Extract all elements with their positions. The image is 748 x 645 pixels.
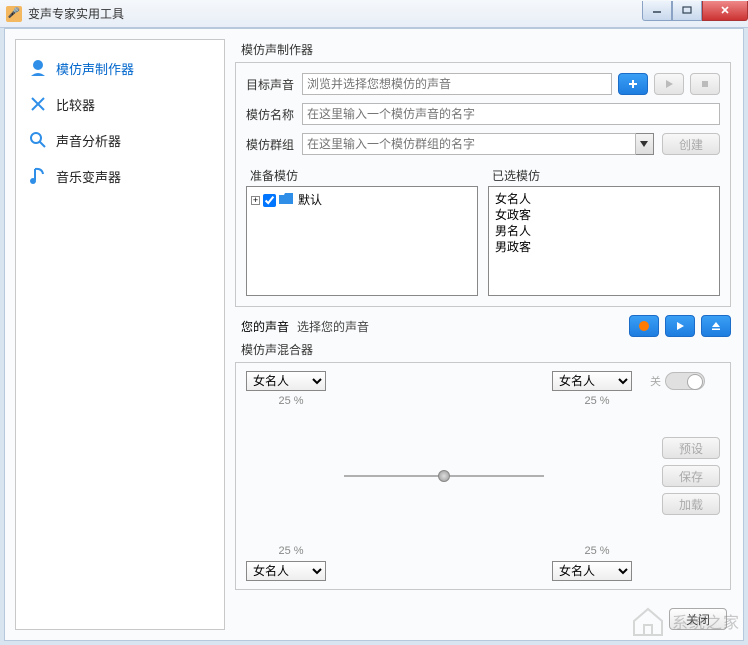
record-button[interactable] <box>629 315 659 337</box>
imitation-group-row: 模仿群组 创建 <box>246 133 720 155</box>
prepare-listbox[interactable]: + 默认 <box>246 186 478 296</box>
section-title: 模仿声制作器 <box>241 41 731 58</box>
your-voice-value: 选择您的声音 <box>297 318 623 335</box>
your-voice-label: 您的声音 <box>241 318 297 335</box>
close-button[interactable] <box>702 1 748 21</box>
folder-icon <box>279 193 293 208</box>
target-voice-input[interactable] <box>302 73 612 95</box>
footer: 关闭 <box>661 608 727 630</box>
list-item[interactable]: 男政客 <box>493 239 715 255</box>
preset-button[interactable]: 预设 <box>662 437 720 459</box>
magnifier-icon <box>28 130 48 150</box>
target-voice-row: 目标声音 <box>246 73 720 95</box>
eject-voice-button[interactable] <box>701 315 731 337</box>
mixer-toggle[interactable] <box>665 372 705 390</box>
save-button[interactable]: 保存 <box>662 465 720 487</box>
window-buttons <box>642 1 748 23</box>
sidebar-item-music-changer[interactable]: 音乐变声器 <box>24 158 216 194</box>
selected-listbox[interactable]: 女名人 女政客 男名人 男政客 <box>488 186 720 296</box>
pct-bl: 25 % <box>246 545 336 557</box>
sidebar: 模仿声制作器 比较器 声音分析器 音乐变声器 <box>15 39 225 630</box>
maker-box: 目标声音 模仿名称 模仿群组 创建 准备模仿 <box>235 62 731 307</box>
music-note-icon <box>28 166 48 186</box>
maximize-button[interactable] <box>672 1 702 21</box>
person-voice-icon <box>28 58 48 78</box>
load-button[interactable]: 加载 <box>662 493 720 515</box>
imitation-name-label: 模仿名称 <box>246 106 302 123</box>
app-icon: 🎤 <box>6 6 22 22</box>
tree-item-default[interactable]: + 默认 <box>251 191 473 209</box>
main-panel: 模仿声制作器 目标声音 模仿名称 模仿群组 创建 <box>229 29 743 640</box>
play-voice-button[interactable] <box>665 315 695 337</box>
pct-br: 25 % <box>552 545 642 557</box>
add-target-button[interactable] <box>618 73 648 95</box>
imitation-name-input[interactable] <box>302 103 720 125</box>
imitation-name-row: 模仿名称 <box>246 103 720 125</box>
imitation-lists: 准备模仿 + 默认 已选模仿 女名人 女政客 <box>246 163 720 296</box>
mixer-select-br[interactable]: 女名人 <box>552 561 632 581</box>
your-voice-row: 您的声音 选择您的声音 <box>241 315 731 337</box>
tree-checkbox[interactable] <box>263 194 276 207</box>
sidebar-item-label: 模仿声制作器 <box>56 59 134 78</box>
sidebar-item-comparator[interactable]: 比较器 <box>24 86 216 122</box>
list-item[interactable]: 男名人 <box>493 223 715 239</box>
mixer-title: 模仿声混合器 <box>241 341 731 358</box>
mixer-xy-pad[interactable] <box>344 475 544 477</box>
list-item[interactable]: 女名人 <box>493 191 715 207</box>
compare-icon <box>28 94 48 114</box>
target-voice-label: 目标声音 <box>246 76 302 93</box>
sidebar-item-label: 声音分析器 <box>56 131 121 150</box>
sidebar-item-label: 音乐变声器 <box>56 167 121 186</box>
close-dialog-button[interactable]: 关闭 <box>669 608 727 630</box>
list-item[interactable]: 女政客 <box>493 207 715 223</box>
play-target-button[interactable] <box>654 73 684 95</box>
imitation-group-input[interactable] <box>302 133 636 155</box>
mixer-select-tl[interactable]: 女名人 <box>246 371 326 391</box>
window-body: 模仿声制作器 比较器 声音分析器 音乐变声器 模仿声制作器 目标声音 <box>4 28 744 641</box>
group-dropdown-button[interactable] <box>636 133 654 155</box>
toggle-label: 关 <box>650 373 661 389</box>
create-button[interactable]: 创建 <box>662 133 720 155</box>
prepare-label: 准备模仿 <box>250 167 478 184</box>
xy-handle[interactable] <box>438 470 450 482</box>
pct-tr: 25 % <box>552 395 642 407</box>
pct-tl: 25 % <box>246 395 336 407</box>
imitation-group-label: 模仿群组 <box>246 136 302 153</box>
minimize-button[interactable] <box>642 1 672 21</box>
stop-target-button[interactable] <box>690 73 720 95</box>
expand-icon[interactable]: + <box>251 196 260 205</box>
mixer-select-tr[interactable]: 女名人 <box>552 371 632 391</box>
sidebar-item-imitation-maker[interactable]: 模仿声制作器 <box>24 50 216 86</box>
sidebar-item-label: 比较器 <box>56 95 95 114</box>
mixer-box: 女名人 女名人 关 25 % 25 % 预设 保存 加载 <box>235 362 731 590</box>
sidebar-item-analyzer[interactable]: 声音分析器 <box>24 122 216 158</box>
titlebar: 🎤 变声专家实用工具 <box>0 0 748 28</box>
selected-label: 已选模仿 <box>492 167 720 184</box>
window-title: 变声专家实用工具 <box>28 5 642 22</box>
mixer-select-bl[interactable]: 女名人 <box>246 561 326 581</box>
tree-item-label: 默认 <box>296 192 324 208</box>
